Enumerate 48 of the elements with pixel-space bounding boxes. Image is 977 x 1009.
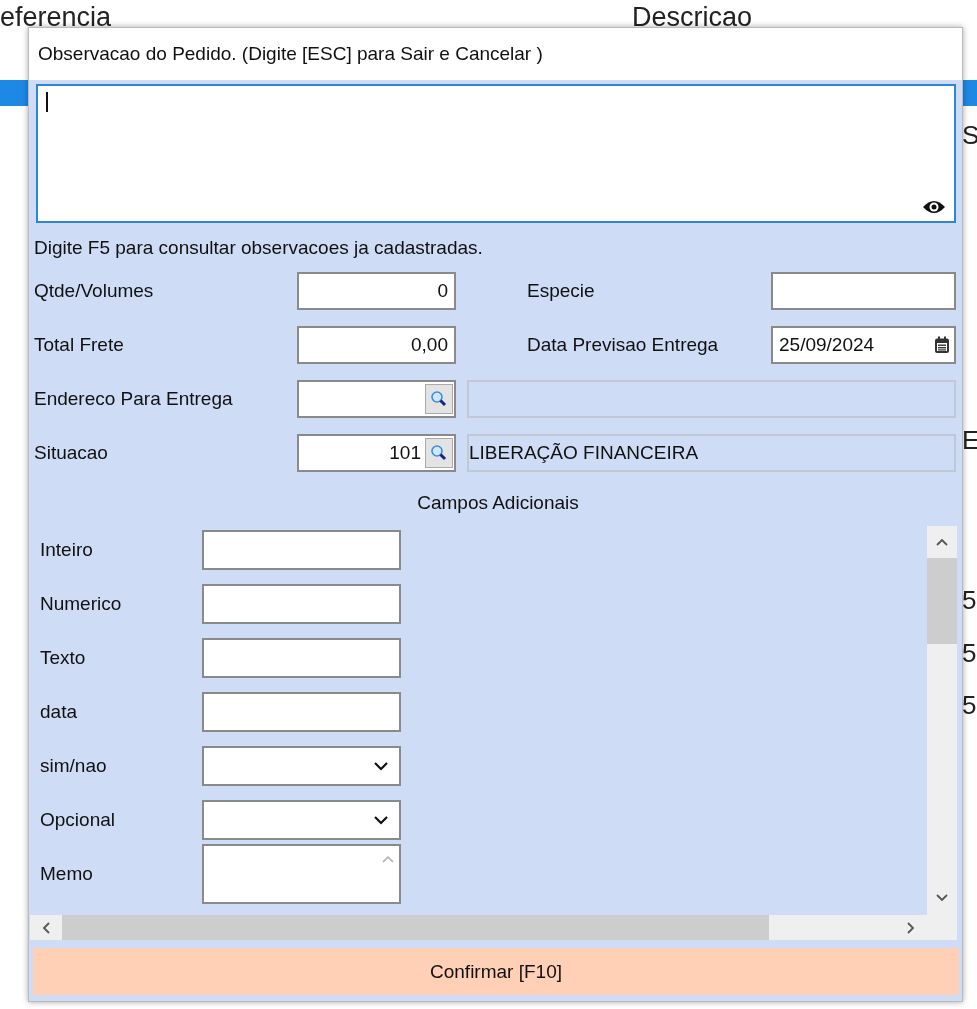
field-label: Texto [40,647,87,669]
calendar-icon[interactable] [934,336,950,354]
column-header: eferencia [0,2,112,33]
text-field[interactable] [202,638,401,678]
field-label: Inteiro [40,539,94,561]
magnifier-icon [430,444,448,462]
table-cell: 5 [962,585,977,616]
search-field[interactable] [297,380,456,418]
eye-icon[interactable] [922,199,946,215]
memo-field[interactable] [202,844,401,904]
column-header: Descricao [632,2,753,33]
field-label: Numerico [40,593,123,615]
horizontal-scrollbar[interactable] [30,915,927,940]
scroll-thumb[interactable] [927,558,957,644]
field-label: Endereco Para Entrega [34,388,234,410]
section-title: Campos Adicionais [416,492,580,514]
text-field[interactable] [202,692,401,732]
vertical-scrollbar[interactable] [927,526,957,915]
field-label: Total Frete [34,334,125,356]
dialog-title: Observacao do Pedido. (Digite [ESC] para Sair e Cancelar ) [38,43,543,65]
field-label: Memo [40,863,94,885]
text-field[interactable] [771,272,956,310]
search-button[interactable] [425,384,453,414]
magnifier-icon [430,390,448,408]
number-field[interactable]: 0,00 [297,326,456,364]
field-label: Especie [527,280,596,302]
table-cell: 5 [962,638,977,669]
description-field: LIBERAÇÃO FINANCEIRA [467,434,956,472]
dropdown[interactable] [202,746,401,786]
scroll-thumb[interactable] [62,915,769,940]
dropdown[interactable] [202,800,401,840]
hint-text: Digite F5 para consultar observacoes ja cadastradas. [34,237,484,259]
text-field[interactable] [202,530,401,570]
chevron-down-icon [373,815,389,825]
chevron-down-icon [373,761,389,771]
field-label: sim/nao [40,755,108,777]
field-label: data [40,701,78,723]
confirm-button[interactable]: Confirmar [F10] [33,948,959,995]
observation-field[interactable] [36,84,956,223]
text-field[interactable] [202,584,401,624]
search-field[interactable]: 101 [297,434,456,472]
field-label: Opcional [40,809,116,831]
table-cell: 5 [962,690,977,721]
field-label: Situacao [34,442,109,464]
search-button[interactable] [425,438,453,468]
field-label: Qtde/Volumes [34,280,155,302]
number-field[interactable]: 0 [297,272,456,310]
field-label: Data Previsao Entrega [527,334,720,356]
